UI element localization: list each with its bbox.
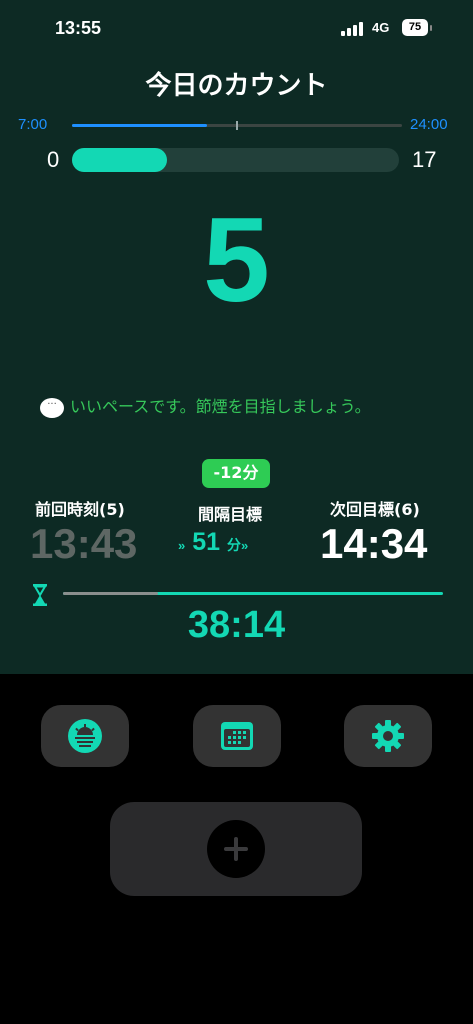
speech-bubble-icon: ··· (40, 397, 64, 418)
timeline-start: 7:00 (18, 116, 48, 133)
chevron-right-icon: » (240, 538, 249, 553)
interval-value[interactable]: » 51 分» (178, 528, 248, 557)
timer-progress-elapsed (63, 592, 158, 595)
sunrise-icon (68, 719, 102, 753)
timeline-now-marker (236, 121, 238, 130)
remaining-time: 38:14 (187, 604, 286, 646)
timeline-end: 24:00 (410, 116, 448, 133)
next-label: 次回目標(6) (330, 500, 420, 519)
battery-cap (430, 25, 432, 31)
pace-message: ··· いいペースです。節煙を目指しましょう。 (40, 393, 440, 418)
status-time: 13:55 (55, 18, 102, 38)
gear-icon (372, 720, 404, 752)
previous-label: 前回時刻(5) (35, 500, 125, 519)
sunrise-button[interactable] (41, 705, 129, 767)
signal-icon (341, 22, 365, 36)
previous-time: 13:43 (30, 520, 138, 567)
count-bar-fill (72, 148, 167, 172)
count-bar (72, 148, 399, 172)
interval-number: 51 (192, 528, 220, 556)
hourglass-icon (33, 584, 47, 606)
plus-icon (224, 837, 248, 861)
plus-circle (207, 820, 265, 878)
calendar-button[interactable] (193, 705, 281, 767)
interval-label: 間隔目標 (198, 505, 263, 524)
page-title: 今日のカウント (145, 71, 328, 101)
network-type: 4G (372, 20, 390, 35)
pace-message-text: いいペースです。節煙を目指しましょう。 (70, 397, 371, 416)
timer-progress (63, 592, 443, 595)
today-count: 5 (203, 193, 270, 327)
timeline-fill (72, 124, 208, 127)
calendar-icon (221, 722, 253, 750)
chevron-left-icon: » (178, 538, 186, 553)
interval-diff-badge: -12分 (202, 459, 270, 488)
status-bar: 13:55 4G 75 (0, 18, 473, 42)
count-max: 17 (412, 147, 437, 172)
settings-button[interactable] (344, 705, 432, 767)
timeline-track (72, 121, 402, 130)
next-target-time: 14:34 (320, 520, 428, 567)
interval-unit: 分 (226, 537, 241, 553)
count-min: 0 (47, 147, 60, 172)
battery-icon: 75 (402, 19, 428, 36)
add-count-button[interactable] (110, 802, 362, 896)
